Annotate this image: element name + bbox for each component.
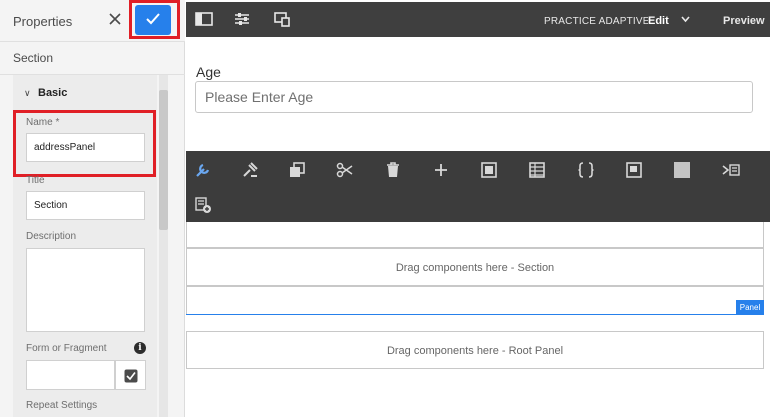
- check-box-icon: [124, 369, 138, 383]
- fragment-picker-button[interactable]: [115, 360, 146, 390]
- rule-editor-braces-icon[interactable]: [577, 161, 595, 179]
- delete-trash-icon[interactable]: [384, 161, 402, 179]
- chevron-down-icon: ∨: [24, 88, 31, 98]
- emulator-icon[interactable]: [273, 11, 291, 27]
- section-bottom-area: [186, 286, 764, 314]
- copy-icon[interactable]: [288, 161, 306, 179]
- fragment-field[interactable]: [26, 360, 115, 390]
- name-field-label: Name *: [26, 117, 60, 128]
- basic-group-label: Basic: [38, 87, 68, 99]
- app-root: Properties Section ∨ Basic Name * address…: [0, 0, 770, 417]
- section-drop-zone[interactable]: Drag components here - Section: [186, 248, 764, 286]
- title-field-label: Title: [26, 175, 45, 186]
- basic-group-toggle[interactable]: ∨ Basic: [24, 87, 67, 99]
- style-hammer-icon[interactable]: [241, 161, 259, 179]
- preview-button[interactable]: Preview: [723, 15, 765, 27]
- side-panel-icon[interactable]: [195, 11, 213, 27]
- fragment-field-label: Form or Fragment: [26, 343, 107, 354]
- done-button[interactable]: [135, 5, 171, 35]
- edit-mode-button[interactable]: Edit: [648, 15, 669, 27]
- description-field[interactable]: [26, 248, 145, 332]
- insert-component-icon[interactable]: [194, 196, 212, 214]
- age-input[interactable]: Please Enter Age: [195, 81, 753, 113]
- editor-topbar: PRACTICE ADAPTIVE FO Edit Preview: [186, 2, 770, 37]
- section-type-label: Section: [13, 51, 54, 65]
- component-toolbar: [186, 151, 770, 222]
- checkmark-icon: [146, 13, 160, 25]
- title-field[interactable]: Section: [26, 191, 145, 220]
- scrollbar-thumb[interactable]: [159, 90, 168, 230]
- properties-title: Properties: [13, 14, 73, 29]
- close-icon[interactable]: [107, 11, 123, 27]
- panel-badge[interactable]: Panel: [736, 300, 764, 315]
- page-title: PRACTICE ADAPTIVE FO: [544, 16, 648, 27]
- select-panel-icon[interactable]: [480, 161, 498, 179]
- configure-wrench-icon[interactable]: [194, 161, 212, 179]
- properties-panel: Properties Section ∨ Basic Name * address…: [0, 0, 185, 417]
- chevron-down-icon[interactable]: [681, 15, 690, 23]
- replace-square-icon[interactable]: [673, 161, 691, 179]
- name-field[interactable]: addressPanel: [26, 133, 145, 162]
- parent-select-icon[interactable]: [722, 161, 740, 179]
- age-label: Age: [196, 64, 221, 80]
- properties-sliders-icon[interactable]: [233, 11, 251, 27]
- description-field-label: Description: [26, 231, 77, 242]
- table-layout-icon[interactable]: [528, 161, 546, 179]
- section-top-border: [186, 222, 764, 248]
- cut-scissors-icon[interactable]: [336, 161, 354, 179]
- info-icon[interactable]: i: [134, 342, 146, 354]
- selection-outline: [186, 314, 764, 315]
- root-panel-drop-zone[interactable]: Drag components here - Root Panel: [186, 331, 764, 369]
- repeat-settings-label: Repeat Settings: [26, 400, 98, 411]
- add-plus-icon[interactable]: [432, 161, 450, 179]
- save-fragment-icon[interactable]: [625, 161, 643, 179]
